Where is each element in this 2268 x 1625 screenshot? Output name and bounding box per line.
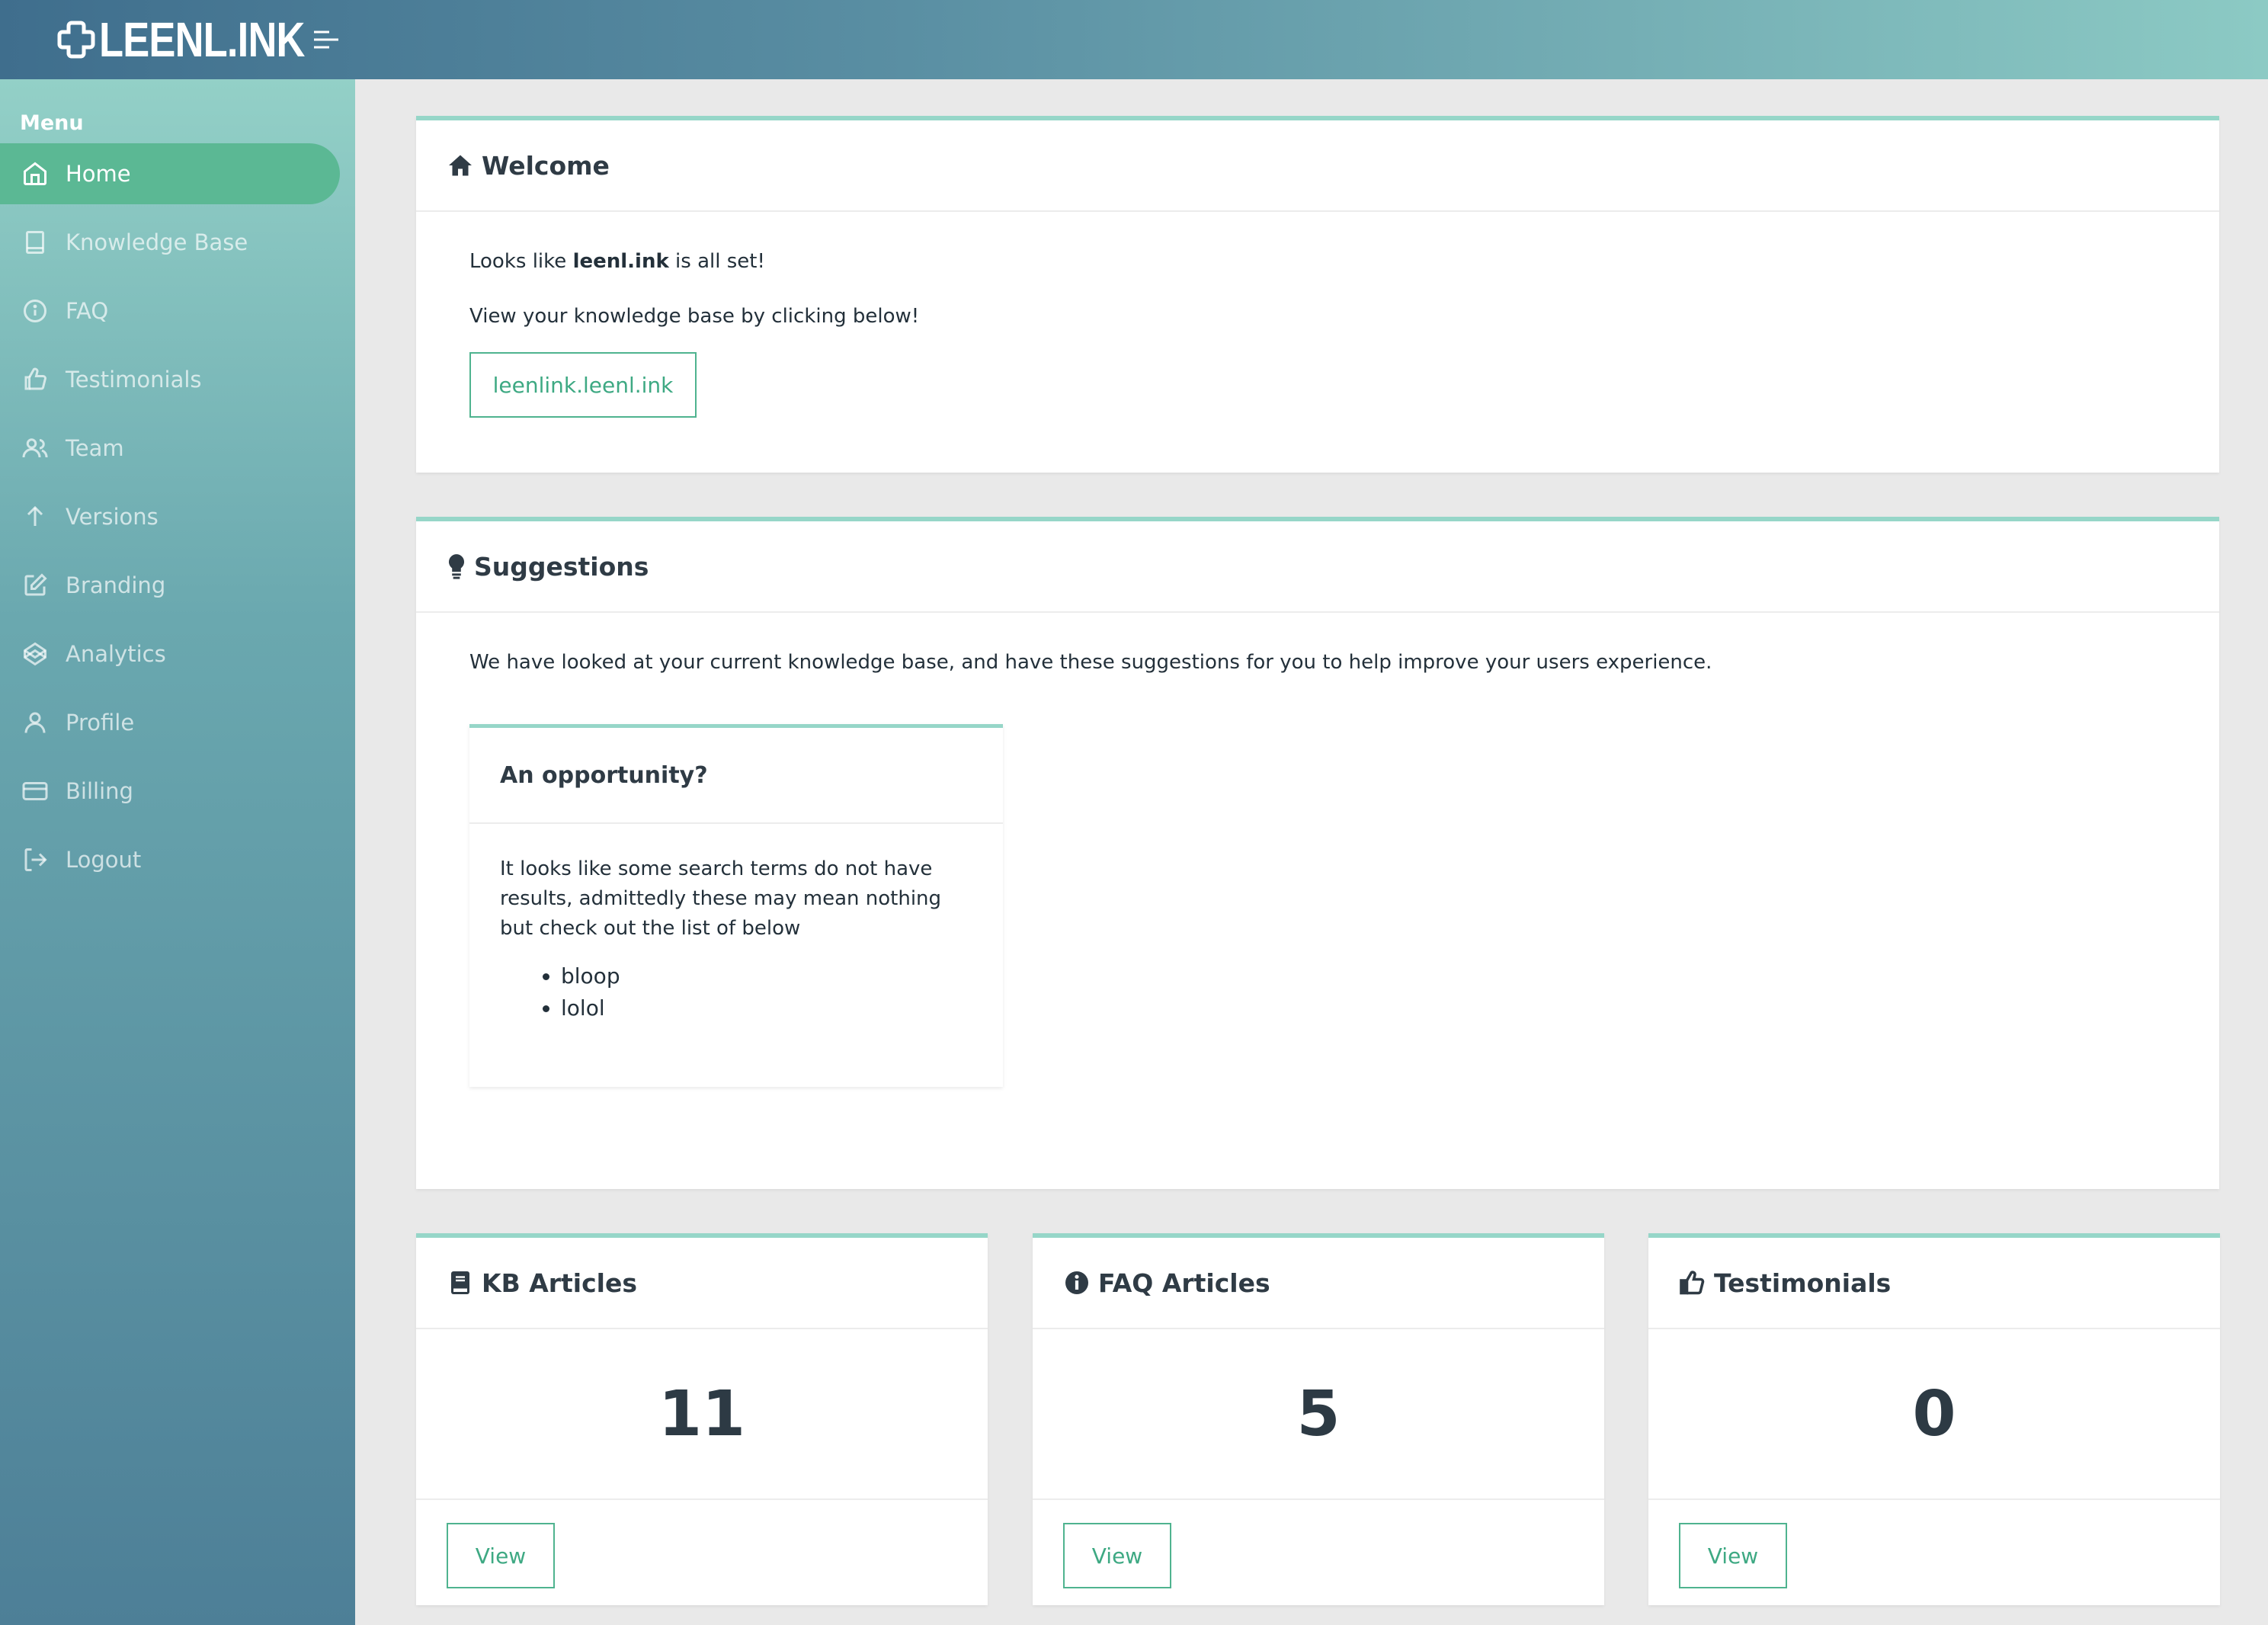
sidebar-item-team[interactable]: Team: [0, 418, 355, 479]
welcome-status-text: Looks like leenl.ink is all set!: [469, 250, 765, 273]
sidebar-item-label: Profile: [66, 710, 135, 736]
testimonials-card: Testimonials 0 View: [1648, 1233, 2220, 1605]
welcome-card: Welcome Looks like leenl.ink is all set!…: [416, 116, 2219, 473]
sidebar-item-label: Branding: [66, 572, 166, 598]
users-icon: [21, 434, 49, 462]
sidebar-item-label: Knowledge Base: [66, 229, 248, 255]
book-solid-icon: [447, 1269, 474, 1296]
sidebar-item-versions[interactable]: Versions: [0, 486, 355, 547]
faq-articles-count: 5: [1033, 1329, 1604, 1500]
kb-articles-card: KB Articles 11 View: [416, 1233, 988, 1605]
info-circle-solid-icon: [1063, 1269, 1091, 1296]
sidebar-item-testimonials[interactable]: Testimonials: [0, 349, 355, 410]
logout-icon: [21, 846, 49, 873]
thumbs-up-solid-icon: [1679, 1269, 1706, 1296]
faq-articles-card: FAQ Articles 5 View: [1033, 1233, 1604, 1605]
suggestions-card-header: Suggestions: [416, 521, 2219, 613]
hamburger-icon[interactable]: [311, 26, 341, 53]
user-icon: [21, 709, 49, 736]
sidebar-item-label: Versions: [66, 504, 159, 530]
kb-articles-header: KB Articles: [416, 1238, 988, 1329]
sidebar-item-branding[interactable]: Branding: [0, 555, 355, 616]
opportunity-card: An opportunity? It looks like some searc…: [469, 724, 1003, 1087]
kb-articles-title: KB Articles: [482, 1268, 638, 1298]
book-icon: [21, 229, 49, 256]
suggestions-intro: We have looked at your current knowledge…: [469, 651, 1712, 674]
codepen-icon: [21, 640, 49, 668]
testimonials-view-button[interactable]: View: [1679, 1523, 1787, 1588]
sidebar-nav: Home Knowledge Base FAQ Testimonials Tea…: [0, 143, 355, 898]
knowledge-base-link-button[interactable]: leenlink.leenl.ink: [469, 352, 697, 418]
home-icon: [21, 160, 49, 188]
sidebar-item-faq[interactable]: FAQ: [0, 280, 355, 341]
info-icon: [21, 297, 49, 325]
welcome-instruction-text: View your knowledge base by clicking bel…: [469, 305, 920, 328]
logo[interactable]: LEENL.INK: [55, 15, 350, 64]
sidebar-item-label: Home: [66, 161, 131, 187]
top-bar: LEENL.INK: [0, 0, 2268, 79]
faq-articles-header: FAQ Articles: [1033, 1238, 1604, 1329]
thumbs-up-icon: [21, 366, 49, 393]
opportunity-body: It looks like some search terms do not h…: [469, 824, 1003, 1055]
list-item: lolol: [561, 992, 972, 1024]
list-item: bloop: [561, 960, 972, 992]
opportunity-text: It looks like some search terms do not h…: [500, 857, 942, 940]
suggestions-card: Suggestions We have looked at your curre…: [416, 517, 2219, 1189]
kb-articles-view-button[interactable]: View: [447, 1523, 555, 1588]
faq-articles-title: FAQ Articles: [1098, 1268, 1270, 1298]
suggestions-title: Suggestions: [474, 551, 649, 582]
sidebar-item-label: Testimonials: [66, 367, 202, 393]
sidebar: Menu Home Knowledge Base FAQ Testimonial…: [0, 79, 355, 1625]
sidebar-item-profile[interactable]: Profile: [0, 692, 355, 753]
credit-card-icon: [21, 777, 49, 805]
sidebar-item-label: Team: [66, 435, 124, 461]
faq-articles-view-button[interactable]: View: [1063, 1523, 1171, 1588]
home-solid-icon: [447, 152, 474, 179]
sidebar-item-label: Logout: [66, 847, 142, 873]
kb-articles-count: 11: [416, 1329, 988, 1500]
lightbulb-icon: [447, 553, 466, 580]
missing-search-terms-list: bloop lolol: [561, 960, 972, 1024]
opportunity-title: An opportunity?: [469, 728, 1003, 824]
logo-text: LEENL.INK: [99, 12, 305, 67]
sidebar-item-billing[interactable]: Billing: [0, 761, 355, 822]
sidebar-item-analytics[interactable]: Analytics: [0, 623, 355, 684]
menu-title: Menu: [20, 111, 84, 135]
plus-logo-icon: [57, 21, 95, 59]
sidebar-item-home[interactable]: Home: [0, 143, 340, 204]
edit-icon: [21, 572, 49, 599]
welcome-card-header: Welcome: [416, 120, 2219, 212]
arrow-up-icon: [21, 503, 49, 530]
site-name: leenl.ink: [572, 250, 669, 273]
sidebar-item-label: Analytics: [66, 641, 166, 667]
sidebar-item-logout[interactable]: Logout: [0, 829, 355, 890]
sidebar-item-knowledge-base[interactable]: Knowledge Base: [0, 212, 355, 273]
sidebar-item-label: FAQ: [66, 298, 109, 324]
sidebar-item-label: Billing: [66, 778, 133, 804]
testimonials-count: 0: [1648, 1329, 2220, 1500]
testimonials-header: Testimonials: [1648, 1238, 2220, 1329]
welcome-title: Welcome: [482, 150, 610, 181]
testimonials-title: Testimonials: [1714, 1268, 1892, 1298]
